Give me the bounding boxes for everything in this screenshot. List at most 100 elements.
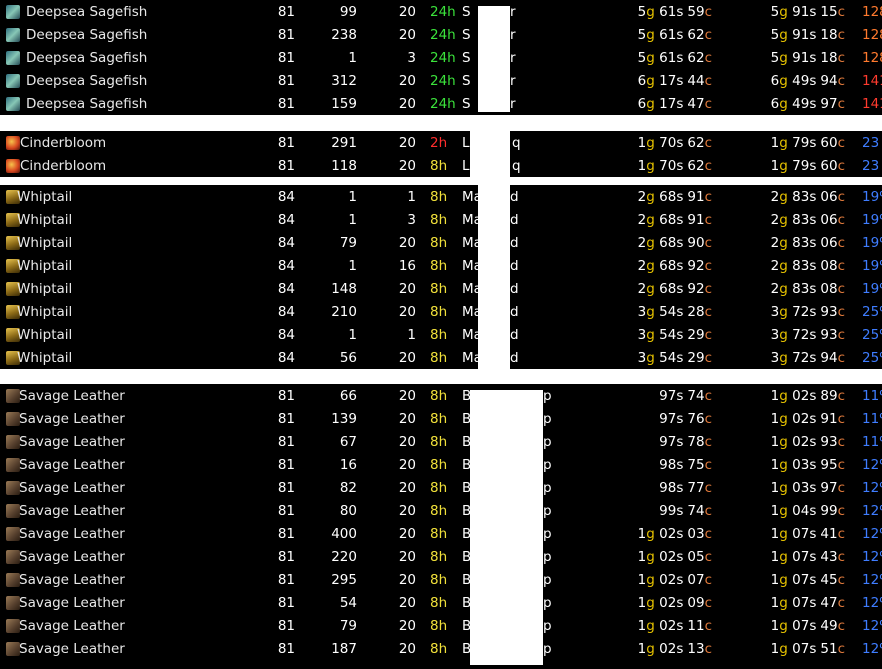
auction-row[interactable]: Whiptail841168hMad2g 68s92c2g 83s08c19% bbox=[0, 254, 882, 277]
auction-row[interactable]: Whiptail 84 210 20 8h Ma d 3g 54s 28c 3g 72s 93c 25… bbox=[0, 300, 882, 323]
sagefish-icon bbox=[6, 96, 20, 111]
item-name[interactable]: Cinderbloom bbox=[20, 135, 106, 151]
gold-unit: g bbox=[646, 49, 655, 66]
gold-unit: g bbox=[646, 134, 655, 151]
item-name[interactable]: Savage Leather bbox=[19, 434, 125, 450]
stack-size: 16 bbox=[398, 257, 416, 274]
auction-row[interactable]: Deepsea Sagefish 81 1 3 24h Sr 5g 61s 62c 5g 91s… bbox=[0, 46, 882, 69]
stack-size: 3 bbox=[407, 211, 416, 228]
buyout-price: 1g 07s 51c bbox=[771, 641, 845, 657]
seller-name-start: L bbox=[462, 134, 470, 151]
auction-row[interactable]: Whiptail8456208hMad3g 54s29c3g 72s94c25% bbox=[0, 346, 882, 369]
auction-row[interactable]: Cinderbloom 81 291 20 2h Lq 1g 70s 62c 1g 79s 60c… bbox=[0, 131, 882, 154]
copper-unit: c bbox=[704, 433, 712, 450]
bid-copper-value: 62 bbox=[687, 26, 705, 43]
silver-unit: s bbox=[676, 617, 684, 634]
auction-row[interactable]: Savage Leather 81 66 20 8h Bp 97s 74c 1g 02s 89c 1… bbox=[0, 384, 882, 407]
item-name[interactable]: Deepsea Sagefish bbox=[26, 27, 147, 43]
item-name[interactable]: Whiptail bbox=[17, 281, 72, 297]
bid-price: 1g 02s 09c bbox=[638, 595, 712, 611]
auction-row[interactable]: Whiptail 84 148 20 8h Ma d 2g 68s 92c 2g 83s 08c 19… bbox=[0, 277, 882, 300]
percent-of-market: 12% bbox=[862, 525, 882, 542]
item-name[interactable]: Savage Leather bbox=[19, 549, 125, 565]
bid-copper-value: 29 bbox=[687, 349, 705, 366]
auction-row[interactable]: Whiptail84118hMad2g 68s91c2g 83s06c19% bbox=[0, 185, 882, 208]
gold-unit: g bbox=[779, 594, 788, 611]
buyout-copper-value: 08 bbox=[820, 280, 838, 297]
auction-row[interactable]: Savage Leather 81 295 20 8h Bp 1g 02s 07c 1g 07s… bbox=[0, 568, 882, 591]
silver-unit: s bbox=[809, 571, 817, 588]
copper-unit: c bbox=[837, 157, 845, 174]
auction-row[interactable]: Whiptail84138hMad2g 68s91c2g 83s06c19% bbox=[0, 208, 882, 231]
auction-row[interactable]: Whiptail84118hMad3g 54s29c3g 72s93c25% bbox=[0, 323, 882, 346]
copper-unit: c bbox=[837, 617, 845, 634]
item-name[interactable]: Whiptail bbox=[17, 235, 72, 251]
auction-row[interactable]: Savage Leather 81 400 20 8h Bp 1g 02s 03c 1g 07s… bbox=[0, 522, 882, 545]
silver-unit: s bbox=[676, 49, 684, 66]
item-name[interactable]: Savage Leather bbox=[19, 526, 125, 542]
buyout-copper-value: 41 bbox=[820, 525, 838, 542]
auction-row[interactable]: Savage Leather 81 16 20 8h Bp 98s 75c 1g 03s 95c 1… bbox=[0, 453, 882, 476]
auction-row[interactable]: Deepsea Sagefish 81 312 20 24h Sr 6g 17s 44c 6g … bbox=[0, 69, 882, 92]
auction-row[interactable]: Savage Leather 81 220 20 8h Bp 1g 02s 05c 1g 07s… bbox=[0, 545, 882, 568]
item-level: 81 bbox=[277, 95, 295, 112]
item-name[interactable]: Whiptail bbox=[17, 212, 72, 228]
item-name[interactable]: Whiptail bbox=[17, 304, 72, 320]
item-name[interactable]: Cinderbloom bbox=[20, 158, 106, 174]
bid-silver-value: 68 bbox=[659, 211, 677, 228]
item-name[interactable]: Deepsea Sagefish bbox=[26, 96, 147, 112]
item-name[interactable]: Savage Leather bbox=[19, 411, 125, 427]
copper-unit: c bbox=[704, 617, 712, 634]
item-name[interactable]: Deepsea Sagefish bbox=[26, 50, 147, 66]
item-name[interactable]: Deepsea Sagefish bbox=[26, 73, 147, 89]
bid-price: 6g 17s 44c bbox=[638, 73, 712, 89]
bid-copper-value: 62 bbox=[687, 134, 705, 151]
auction-row[interactable]: Savage Leather 81 67 20 8h Bp 97s 78c 1g 02s 93c 1… bbox=[0, 430, 882, 453]
buyout-silver-value: 02 bbox=[792, 410, 810, 427]
bid-copper-value: 75 bbox=[687, 456, 705, 473]
bid-silver-value: 97 bbox=[659, 433, 677, 450]
item-name[interactable]: Whiptail bbox=[17, 189, 72, 205]
auction-row[interactable]: Deepsea Sagefish 81 99 20 24h Sr 5g 61s 59c 5g 9… bbox=[0, 0, 882, 23]
auction-row[interactable]: Savage Leather 81 54 20 8h Bp 1g 02s 09c 1g 07s 4… bbox=[0, 591, 882, 614]
auction-row[interactable]: Deepsea Sagefish 81 159 20 24h Sr 6g 17s 47c 6g … bbox=[0, 92, 882, 115]
auction-row[interactable]: Savage Leather 81 139 20 8h Bp 97s 76c 1g 02s 91c… bbox=[0, 407, 882, 430]
stack-size: 20 bbox=[398, 72, 416, 89]
bid-price: 1g 70s 62c bbox=[638, 135, 712, 151]
time-left: 8h bbox=[430, 456, 448, 473]
item-name[interactable]: Savage Leather bbox=[19, 572, 125, 588]
bid-copper-value: 74 bbox=[687, 387, 705, 404]
item-name[interactable]: Whiptail bbox=[17, 258, 72, 274]
auction-row[interactable]: Savage Leather 81 80 20 8h Bp 99s 74c 1g 04s 99c 1… bbox=[0, 499, 882, 522]
item-name[interactable]: Deepsea Sagefish bbox=[26, 4, 147, 20]
seller-redaction bbox=[478, 6, 510, 112]
auction-row[interactable]: Deepsea Sagefish 81 238 20 24h Sr 5g 61s 62c 5g … bbox=[0, 23, 882, 46]
item-name[interactable]: Whiptail bbox=[17, 350, 72, 366]
available-count: 99 bbox=[339, 3, 357, 20]
item-name[interactable]: Whiptail bbox=[17, 327, 72, 343]
item-level: 84 bbox=[277, 280, 295, 297]
auction-row[interactable]: Whiptail8479208hMad2g 68s90c2g 83s06c19% bbox=[0, 231, 882, 254]
percent-of-market: 12% bbox=[862, 502, 882, 519]
buyout-gold-value: 1 bbox=[770, 571, 780, 588]
copper-unit: c bbox=[704, 594, 712, 611]
item-name[interactable]: Savage Leather bbox=[19, 503, 125, 519]
item-name[interactable]: Savage Leather bbox=[19, 480, 125, 496]
silver-unit: s bbox=[676, 433, 684, 450]
auction-row[interactable]: Savage Leather 81 82 20 8h Bp 98s 77c 1g 03s 97c 1… bbox=[0, 476, 882, 499]
bid-copper-value: 11 bbox=[687, 617, 705, 634]
bid-silver-value: 02 bbox=[659, 525, 677, 542]
item-level: 84 bbox=[277, 349, 295, 366]
auction-row[interactable]: Savage Leather 81 79 20 8h Bp 1g 02s 11c 1g 07s 4… bbox=[0, 614, 882, 637]
gold-unit: g bbox=[779, 303, 788, 320]
stack-size: 20 bbox=[398, 433, 416, 450]
copper-unit: c bbox=[837, 95, 845, 112]
auction-row[interactable]: Savage Leather 81 187 20 8h Bp 1g 02s 13c 1g 07s… bbox=[0, 637, 882, 660]
auction-row[interactable]: Cinderbloom 81 118 20 8h Lq 1g 70s 62c 1g 79s 60c… bbox=[0, 154, 882, 177]
item-name[interactable]: Savage Leather bbox=[19, 457, 125, 473]
seller-name-end: p bbox=[543, 525, 552, 542]
item-name[interactable]: Savage Leather bbox=[19, 595, 125, 611]
item-name[interactable]: Savage Leather bbox=[19, 618, 125, 634]
item-name[interactable]: Savage Leather bbox=[19, 641, 125, 657]
item-name[interactable]: Savage Leather bbox=[19, 388, 125, 404]
